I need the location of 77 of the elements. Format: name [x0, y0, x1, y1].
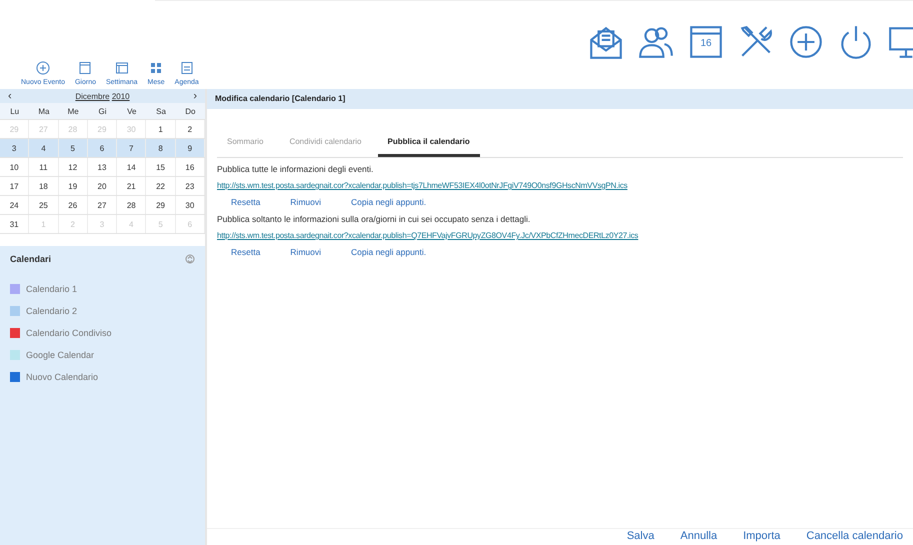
action-link[interactable]: Rimuovi: [290, 247, 321, 257]
weekday-label: Ve: [126, 106, 138, 116]
grid-icon: [149, 61, 164, 75]
weekday-label: Lu: [9, 106, 20, 116]
footer-button[interactable]: Cancella calendario: [806, 529, 903, 543]
publish-link[interactable]: http://sts.wm.test.posta.sardegnait.cor?xcalendar.publish=Q7EHFVajvFGRUpyZG8OV4Fy.Jc/VXPbCfZHmecDERtLz0Y27.ics: [217, 231, 903, 240]
day-cell[interactable]: 24: [0, 196, 30, 214]
week-row[interactable]: 10 11 12 13 14 15 16: [0, 158, 205, 177]
calendar-icon[interactable]: 16: [687, 23, 725, 61]
action-link[interactable]: Resetta: [231, 247, 260, 257]
calendar-item[interactable]: Calendario Condiviso: [26, 328, 112, 338]
footer-button[interactable]: Importa: [743, 529, 780, 543]
week-row[interactable]: 3 4 5 6 7 8 9: [0, 139, 205, 158]
month-label[interactable]: Dicembre: [75, 92, 110, 100]
footer-button[interactable]: Annulla: [680, 529, 718, 543]
next-month-button[interactable]: ›: [193, 90, 197, 102]
collapse-icon[interactable]: [185, 254, 195, 264]
calendars-title: Calendari: [10, 254, 52, 264]
week-row[interactable]: 24 25 26 27 28 29 30: [0, 196, 205, 215]
add-icon[interactable]: [787, 23, 825, 61]
day-cell[interactable]: 23: [176, 177, 205, 195]
calendar-item[interactable]: Google Calendar: [26, 350, 94, 360]
panel-title: Modifica calendario [Calendario 1]: [207, 89, 913, 109]
description-text: Pubblica soltanto le informazioni sulla ora/giorni in cui sei occupato senza i dettagli.: [217, 214, 532, 224]
day-cell[interactable]: 20: [88, 177, 118, 195]
day-cell[interactable]: 12: [58, 158, 88, 176]
day-cell[interactable]: 19: [58, 177, 88, 195]
day-cell[interactable]: 5: [58, 139, 88, 157]
day-cell[interactable]: 30: [176, 196, 205, 214]
calendar-item[interactable]: Nuovo Calendario: [26, 372, 98, 382]
day-cell[interactable]: 13: [88, 158, 118, 176]
publish-link[interactable]: http://sts.wm.test.posta.sardegnait.cor?xcalendar.publish=tjs7LhmeWF53IEX4l0otNrJFgiV749O0nsf9GHscNmVVsgPN.ics: [217, 181, 903, 190]
tab[interactable]: Pubblica il calendario: [378, 127, 480, 157]
day-cell[interactable]: 29: [146, 196, 176, 214]
action-link[interactable]: Rimuovi: [290, 197, 321, 207]
day-cell[interactable]: 7: [117, 139, 146, 157]
weekday-label: Ma: [37, 106, 50, 116]
calendar-icon: [78, 61, 92, 75]
day-cell[interactable]: 2: [176, 120, 205, 138]
day-cell[interactable]: 26: [58, 196, 88, 214]
day-cell[interactable]: 4: [29, 139, 59, 157]
day-cell[interactable]: 14: [117, 158, 146, 176]
day-cell[interactable]: 28: [117, 196, 146, 214]
weekday-label: Sa: [155, 106, 167, 116]
day-cell[interactable]: 8: [146, 139, 176, 157]
weekday-label: Do: [184, 106, 196, 116]
day-cell[interactable]: 31: [0, 215, 30, 233]
weekday-label: Gi: [97, 106, 108, 116]
day-cell[interactable]: 15: [146, 158, 176, 176]
weekday-label: Me: [66, 106, 80, 116]
week-row[interactable]: 31 1 2 3 4 5 6: [0, 215, 205, 234]
year-label[interactable]: 2010: [112, 92, 130, 100]
day-cell[interactable]: 25: [29, 196, 59, 214]
calendar-item[interactable]: Calendario 2: [26, 306, 78, 316]
day-cell[interactable]: 21: [117, 177, 146, 195]
action-link[interactable]: Resetta: [231, 197, 260, 207]
day-cell[interactable]: 9: [176, 139, 205, 157]
day-cell[interactable]: 11: [29, 158, 59, 176]
day-cell[interactable]: 1: [146, 120, 176, 138]
week-row[interactable]: 17 18 19 20 21 22 23: [0, 177, 205, 196]
day-cell[interactable]: 10: [0, 158, 30, 176]
calendar-item[interactable]: Calendario 1: [26, 284, 78, 294]
day-cell[interactable]: 17: [0, 177, 30, 195]
day-cell[interactable]: 22: [146, 177, 176, 195]
action-link[interactable]: Copia negli appunti.: [351, 197, 426, 207]
day-cell[interactable]: 3: [0, 139, 30, 157]
calendar-icon: [114, 61, 129, 75]
calendar-icon: [180, 61, 194, 75]
day-cell[interactable]: 16: [176, 158, 205, 176]
day-cell[interactable]: 18: [29, 177, 59, 195]
footer-button[interactable]: Salva: [626, 529, 654, 543]
add-icon: [36, 61, 50, 75]
previous-month-button[interactable]: ‹: [8, 90, 12, 102]
description-text: Pubblica tutte le informazioni degli eventi.: [217, 164, 374, 174]
day-cell[interactable]: 6: [88, 139, 118, 157]
action-link[interactable]: Copia negli appunti.: [351, 247, 426, 257]
day-cell[interactable]: 27: [88, 196, 118, 214]
